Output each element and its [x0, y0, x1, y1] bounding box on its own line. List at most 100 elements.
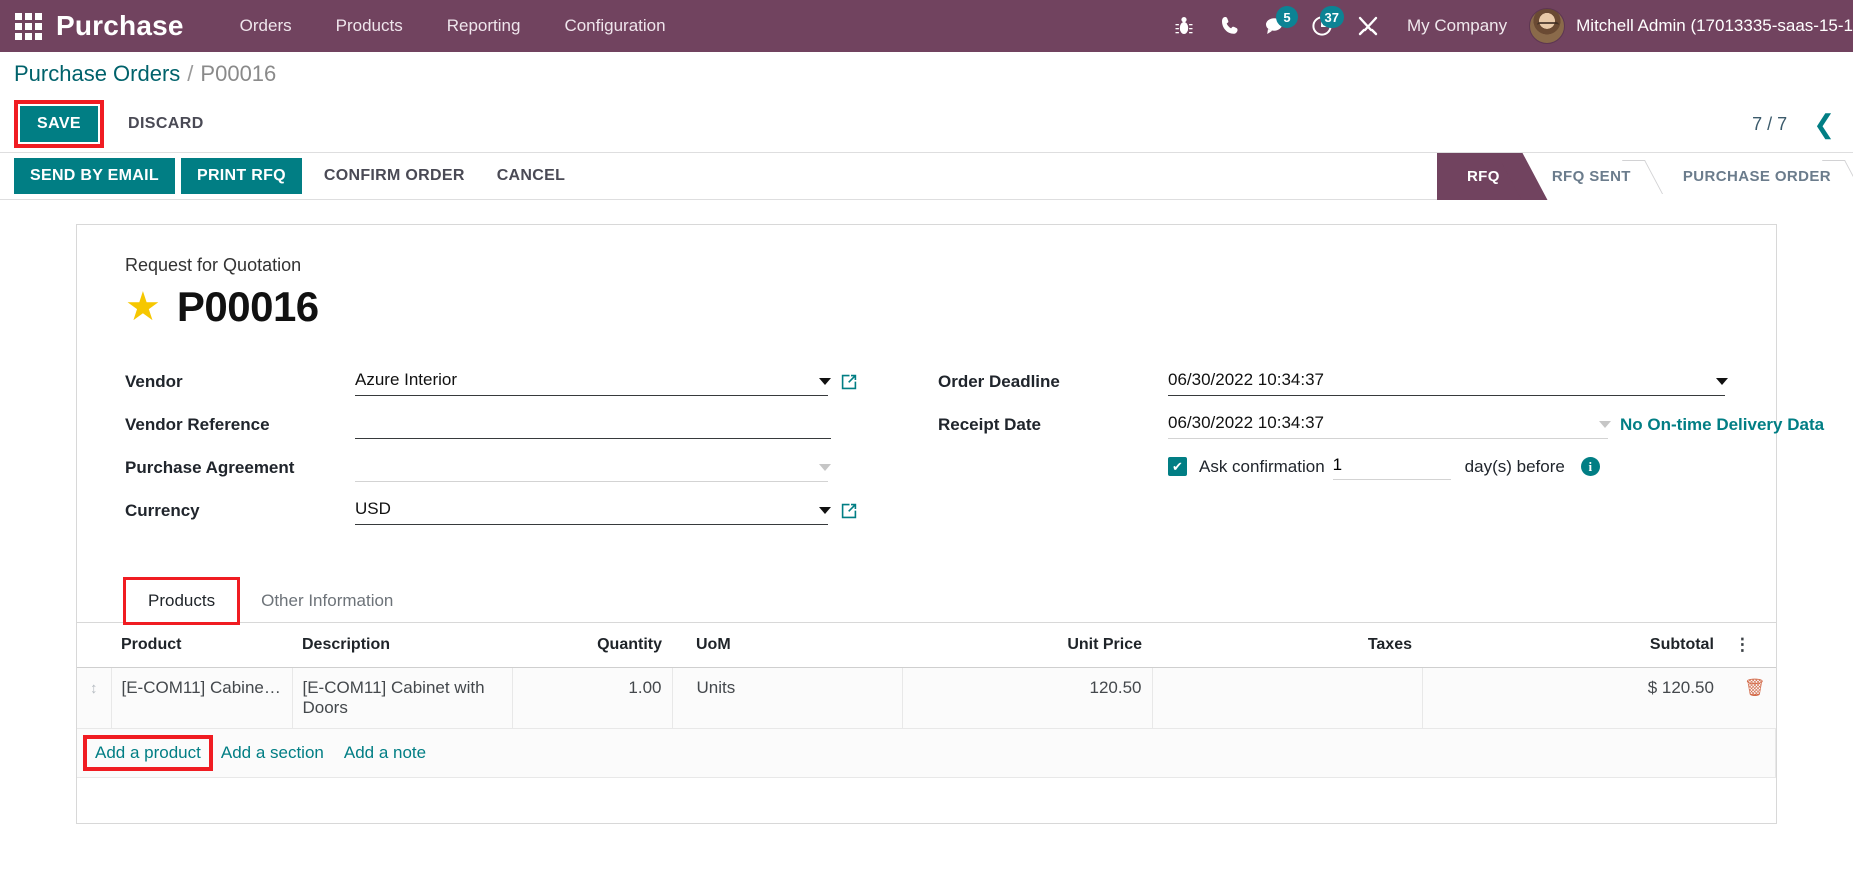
star-icon[interactable]: ★ — [125, 287, 161, 327]
pager-counter: 7 / 7 — [1752, 113, 1788, 134]
vendor-input[interactable] — [355, 367, 828, 396]
field-currency-label: Currency — [125, 501, 200, 520]
navbar-right-tools: 5 37 My Company Mitchell Admin (17013335… — [1161, 0, 1853, 52]
avatar — [1529, 8, 1566, 44]
field-purchase-agreement: Purchase Agreement — [125, 453, 858, 485]
header-product: Product — [111, 623, 292, 668]
tools-icon[interactable] — [1345, 0, 1391, 52]
status-stage-rfq[interactable]: RFQ — [1436, 153, 1522, 200]
currency-dropdown-caret-icon[interactable] — [819, 507, 831, 514]
form-sheet-area: Request for Quotation ★ P00016 Vendor Az… — [0, 200, 1853, 824]
field-receipt-date: Receipt Date No On-time Delivery Data — [938, 410, 1824, 442]
field-purchase-agreement-label: Purchase Agreement — [125, 458, 295, 477]
drag-handle-icon[interactable]: ↕ — [77, 667, 112, 729]
cell-unit-price[interactable]: 120.50 — [902, 667, 1153, 729]
receipt-date-dropdown-caret-icon[interactable] — [1599, 421, 1611, 428]
order-lines-table: Product Description Quantity UoM Unit Pr… — [77, 623, 1776, 778]
field-vendor: Vendor — [125, 367, 858, 399]
ask-confirmation-days-input[interactable] — [1332, 453, 1451, 480]
form-group-left: Vendor Vendor Reference — [125, 367, 858, 539]
menu-item-reporting[interactable]: Reporting — [425, 0, 543, 52]
action-button-bar: SEND BY EMAIL PRINT RFQ CONFIRM ORDER CA… — [0, 152, 1853, 200]
subtotal-value: $ 120.50 — [1647, 678, 1714, 697]
add-a-product-link[interactable]: Add a product — [83, 735, 213, 771]
user-menu[interactable]: Mitchell Admin (17013335-saas-15-1 — [1523, 8, 1853, 44]
bug-icon[interactable] — [1161, 0, 1207, 52]
menu-item-orders[interactable]: Orders — [218, 0, 314, 52]
chevron-left-icon[interactable]: ❮ — [1813, 111, 1835, 137]
table-row[interactable]: ↕ [E-COM11] Cabinet ... [E-COM11] Cabine… — [77, 667, 1776, 729]
breadcrumb-root[interactable]: Purchase Orders — [14, 61, 180, 87]
send-by-email-button[interactable]: SEND BY EMAIL — [14, 158, 175, 194]
form-sheet: Request for Quotation ★ P00016 Vendor Az… — [76, 224, 1824, 824]
activities-clock-icon[interactable]: 37 — [1299, 0, 1345, 52]
form-subtitle: Request for Quotation — [125, 255, 302, 275]
company-switcher[interactable]: My Company — [1391, 16, 1523, 36]
field-receipt-date-label: Receipt Date — [938, 415, 1041, 434]
field-currency: Currency — [125, 496, 858, 528]
vendor-external-link-icon[interactable] — [840, 373, 858, 391]
status-bar: RFQ RFQ SENT PURCHASE ORDER — [1436, 153, 1853, 200]
save-button[interactable]: SAVE — [20, 106, 98, 142]
field-order-deadline-label: Order Deadline — [938, 372, 1060, 391]
confirm-order-button[interactable]: CONFIRM ORDER — [308, 158, 481, 194]
cancel-button[interactable]: CANCEL — [481, 158, 581, 194]
top-navbar: Purchase Orders Products Reporting Confi… — [0, 0, 1853, 52]
order-deadline-input[interactable] — [1168, 367, 1725, 396]
purchase-agreement-input[interactable] — [355, 453, 828, 482]
order-deadline-dropdown-caret-icon[interactable] — [1716, 378, 1728, 385]
cell-uom[interactable]: Units — [672, 667, 903, 729]
apps-grid-icon[interactable] — [0, 0, 56, 52]
tab-products[interactable]: Products — [122, 577, 241, 625]
currency-input[interactable] — [355, 496, 828, 525]
user-name-label: Mitchell Admin (17013335-saas-15-1 — [1576, 16, 1853, 35]
form-group-right: Order Deadline Receipt Date No On-time D… — [938, 367, 1824, 539]
menu-item-products[interactable]: Products — [314, 0, 425, 52]
messages-badge: 5 — [1275, 6, 1298, 28]
table-header-row: Product Description Quantity UoM Unit Pr… — [77, 623, 1776, 668]
app-brand-title: Purchase — [56, 10, 184, 41]
add-links: Add a product Add a section Add a note — [83, 735, 1765, 771]
field-order-deadline: Order Deadline — [938, 367, 1728, 399]
header-quantity: Quantity — [512, 623, 672, 668]
header-handle — [77, 623, 111, 668]
column-options-icon[interactable]: ⋮ — [1723, 623, 1776, 668]
ask-confirmation-checkbox[interactable]: ✔ — [1168, 457, 1187, 476]
record-pager: 7 / 7 ❮ — [1752, 96, 1835, 152]
add-a-section-link[interactable]: Add a section — [213, 739, 332, 767]
main-menu: Orders Products Reporting Configuration — [218, 0, 688, 52]
add-a-note-link[interactable]: Add a note — [336, 739, 434, 767]
field-vendor-reference-label: Vendor Reference — [125, 415, 270, 434]
cell-subtotal: $ 120.50 — [1422, 667, 1724, 729]
cell-product[interactable]: [E-COM11] Cabinet ... — [111, 667, 293, 729]
cell-quantity[interactable]: 1.00 — [512, 667, 673, 729]
trash-icon[interactable]: 🗑 — [1723, 667, 1776, 729]
purchase-agreement-dropdown-caret-icon[interactable] — [819, 464, 831, 471]
ask-confirmation-row: ✔ Ask confirmation day(s) before i — [938, 453, 1728, 480]
activities-badge: 37 — [1319, 6, 1344, 28]
breadcrumb: Purchase Orders / P00016 — [0, 52, 1853, 96]
receipt-date-input[interactable] — [1168, 410, 1608, 439]
cell-taxes[interactable] — [1152, 667, 1423, 729]
phone-icon[interactable] — [1207, 0, 1253, 52]
page-title: P00016 — [176, 283, 319, 330]
control-panel: SAVE DISCARD 7 / 7 ❮ — [0, 96, 1853, 152]
tab-other-information[interactable]: Other Information — [238, 579, 416, 623]
vendor-reference-input[interactable] — [355, 410, 831, 439]
form-groups: Vendor Vendor Reference — [125, 367, 1824, 539]
on-time-delivery-link[interactable]: No On-time Delivery Data — [1620, 415, 1824, 435]
menu-item-configuration[interactable]: Configuration — [542, 0, 687, 52]
header-uom: UoM — [672, 623, 902, 668]
discard-button[interactable]: DISCARD — [120, 106, 212, 142]
currency-external-link-icon[interactable] — [840, 502, 858, 520]
field-vendor-label: Vendor — [125, 372, 183, 391]
breadcrumb-separator: / — [187, 61, 194, 86]
vendor-dropdown-caret-icon[interactable] — [819, 378, 831, 385]
status-stage-purchase-order[interactable]: PURCHASE ORDER — [1652, 153, 1853, 200]
record-title-row: ★ P00016 — [125, 283, 1728, 331]
info-icon[interactable]: i — [1580, 457, 1600, 476]
form-body: Request for Quotation ★ P00016 Vendor Az… — [77, 249, 1824, 539]
messages-icon[interactable]: 5 — [1253, 0, 1299, 52]
cell-description[interactable]: [E-COM11] Cabinet with Doors — [292, 667, 513, 729]
print-rfq-button[interactable]: PRINT RFQ — [180, 158, 302, 194]
